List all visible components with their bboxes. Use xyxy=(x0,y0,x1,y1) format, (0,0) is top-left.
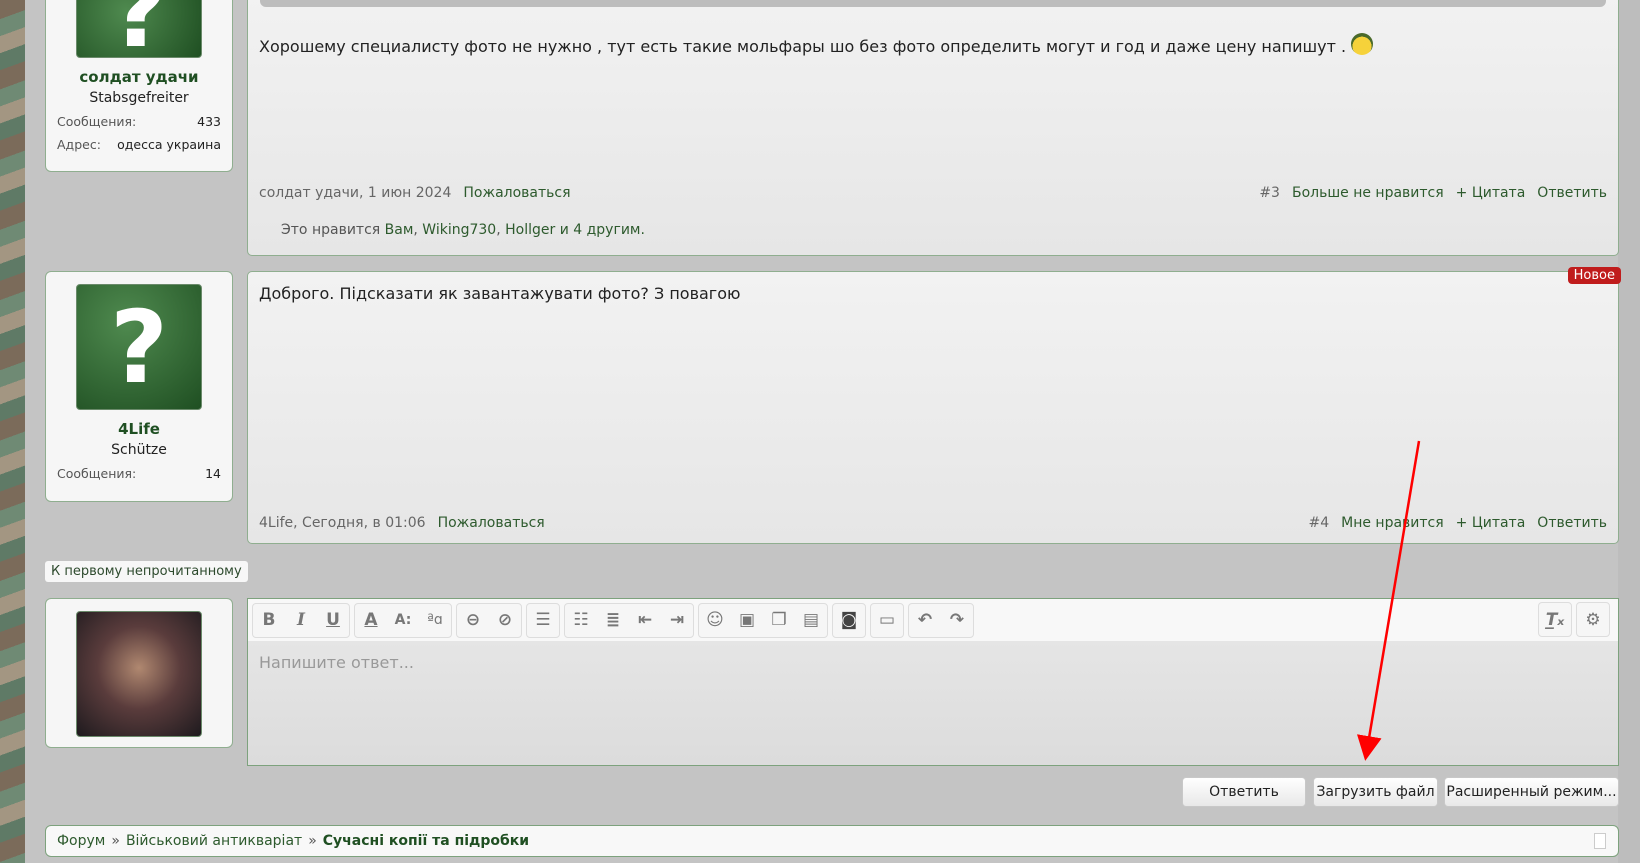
red-arrow xyxy=(1356,440,1421,761)
annotation-arrow xyxy=(1356,440,1421,761)
